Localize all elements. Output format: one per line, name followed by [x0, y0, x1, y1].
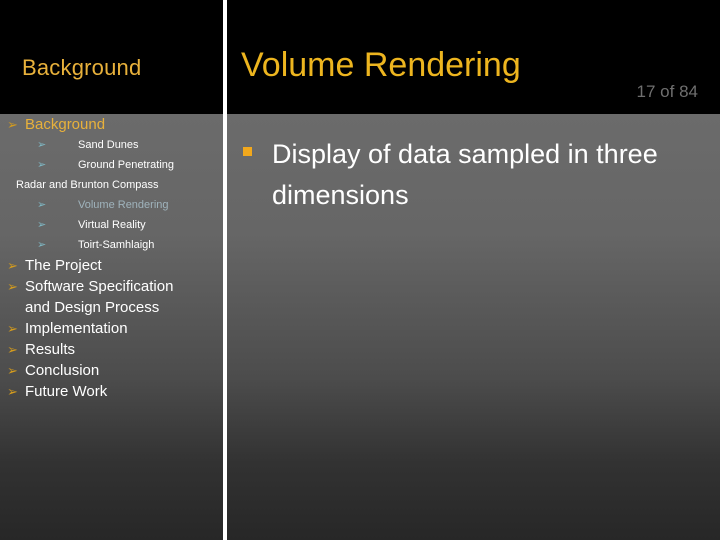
sidebar-item-label: Conclusion: [25, 362, 100, 379]
sidebar-item-label: and Design Process: [25, 299, 160, 316]
sidebar-item-future-work[interactable]: ➢ Future Work: [0, 381, 223, 402]
arrow-bullet-blue-icon: ➢: [37, 139, 47, 151]
sidebar-item-conclusion[interactable]: ➢ Conclusion: [0, 360, 223, 381]
main-content: Display of data sampled in three dimensi…: [227, 114, 720, 540]
sidebar-item-label: Software Specification: [25, 278, 174, 295]
sidebar-item-implementation[interactable]: ➢ Implementation: [0, 318, 223, 339]
content-bullet-row: Display of data sampled in three dimensi…: [227, 134, 697, 216]
square-bullet-icon: [243, 147, 252, 156]
sidebar-item-label: Volume Rendering: [78, 199, 169, 211]
arrow-bullet-blue-icon: ➢: [37, 199, 47, 211]
arrow-bullet-gold-icon: ➢: [7, 342, 18, 357]
sidebar-item-label: Results: [25, 341, 76, 358]
sidebar-item-label: Future Work: [25, 383, 108, 400]
vertical-divider: [223, 0, 227, 540]
slide: Background Volume Rendering 17 of 84 ➢ Ba…: [0, 0, 720, 540]
sidebar-outline: ➢ Background ➢ Sand Dunes ➢ Ground Penetratin…: [0, 114, 223, 540]
arrow-bullet-gold-icon: ➢: [7, 384, 18, 399]
header-band: Background Volume Rendering 17 of 84: [0, 0, 720, 114]
sidebar-item-label: The Project: [25, 257, 102, 274]
sidebar-item-label: Toirt-Samhlaigh: [78, 239, 155, 251]
sidebar-item-label: Radar and Brunton Compass: [16, 179, 159, 191]
arrow-bullet-gold-icon: ➢: [7, 279, 18, 294]
arrow-bullet-blue-icon: ➢: [37, 159, 47, 171]
sidebar-item-label: Background: [25, 116, 106, 133]
content-bullet-text: Display of data sampled in three dimensi…: [272, 139, 658, 210]
section-label: Background: [22, 55, 142, 80]
sidebar-item-sand-dunes[interactable]: ➢ Sand Dunes: [0, 135, 223, 155]
sidebar-item-ground-penetrating[interactable]: ➢ Ground Penetrating: [0, 155, 223, 175]
sidebar-item-background[interactable]: ➢ Background: [0, 114, 223, 135]
slide-counter: 17 of 84: [636, 82, 698, 101]
sidebar-item-label: Virtual Reality: [78, 219, 146, 231]
sidebar-item-results[interactable]: ➢ Results: [0, 339, 223, 360]
sidebar-item-toirt-samhlaigh[interactable]: ➢ Toirt-Samhlaigh: [0, 235, 223, 255]
sidebar-item-radar-and-brunton-compass[interactable]: Radar and Brunton Compass: [0, 175, 223, 195]
sidebar-item-label: Implementation: [25, 320, 128, 337]
arrow-bullet-gold-icon: ➢: [7, 363, 18, 378]
header-left-cell: Background: [0, 0, 222, 114]
arrow-bullet-blue-icon: ➢: [37, 219, 47, 231]
sidebar-item-label: Sand Dunes: [78, 139, 139, 151]
slide-title: Volume Rendering: [241, 46, 521, 84]
sidebar-item-software-specification[interactable]: ➢ Software Specification: [0, 276, 223, 297]
sidebar-item-and-design-process[interactable]: and Design Process: [0, 297, 223, 318]
arrow-bullet-gold-icon: ➢: [7, 117, 18, 132]
sidebar-item-the-project[interactable]: ➢ The Project: [0, 255, 223, 276]
arrow-bullet-gold-icon: ➢: [7, 258, 18, 273]
sidebar-item-label: Ground Penetrating: [78, 159, 175, 171]
sidebar-item-virtual-reality[interactable]: ➢ Virtual Reality: [0, 215, 223, 235]
arrow-bullet-gold-icon: ➢: [7, 321, 18, 336]
arrow-bullet-blue-icon: ➢: [37, 239, 47, 251]
sidebar-item-volume-rendering[interactable]: ➢ Volume Rendering: [0, 195, 223, 215]
